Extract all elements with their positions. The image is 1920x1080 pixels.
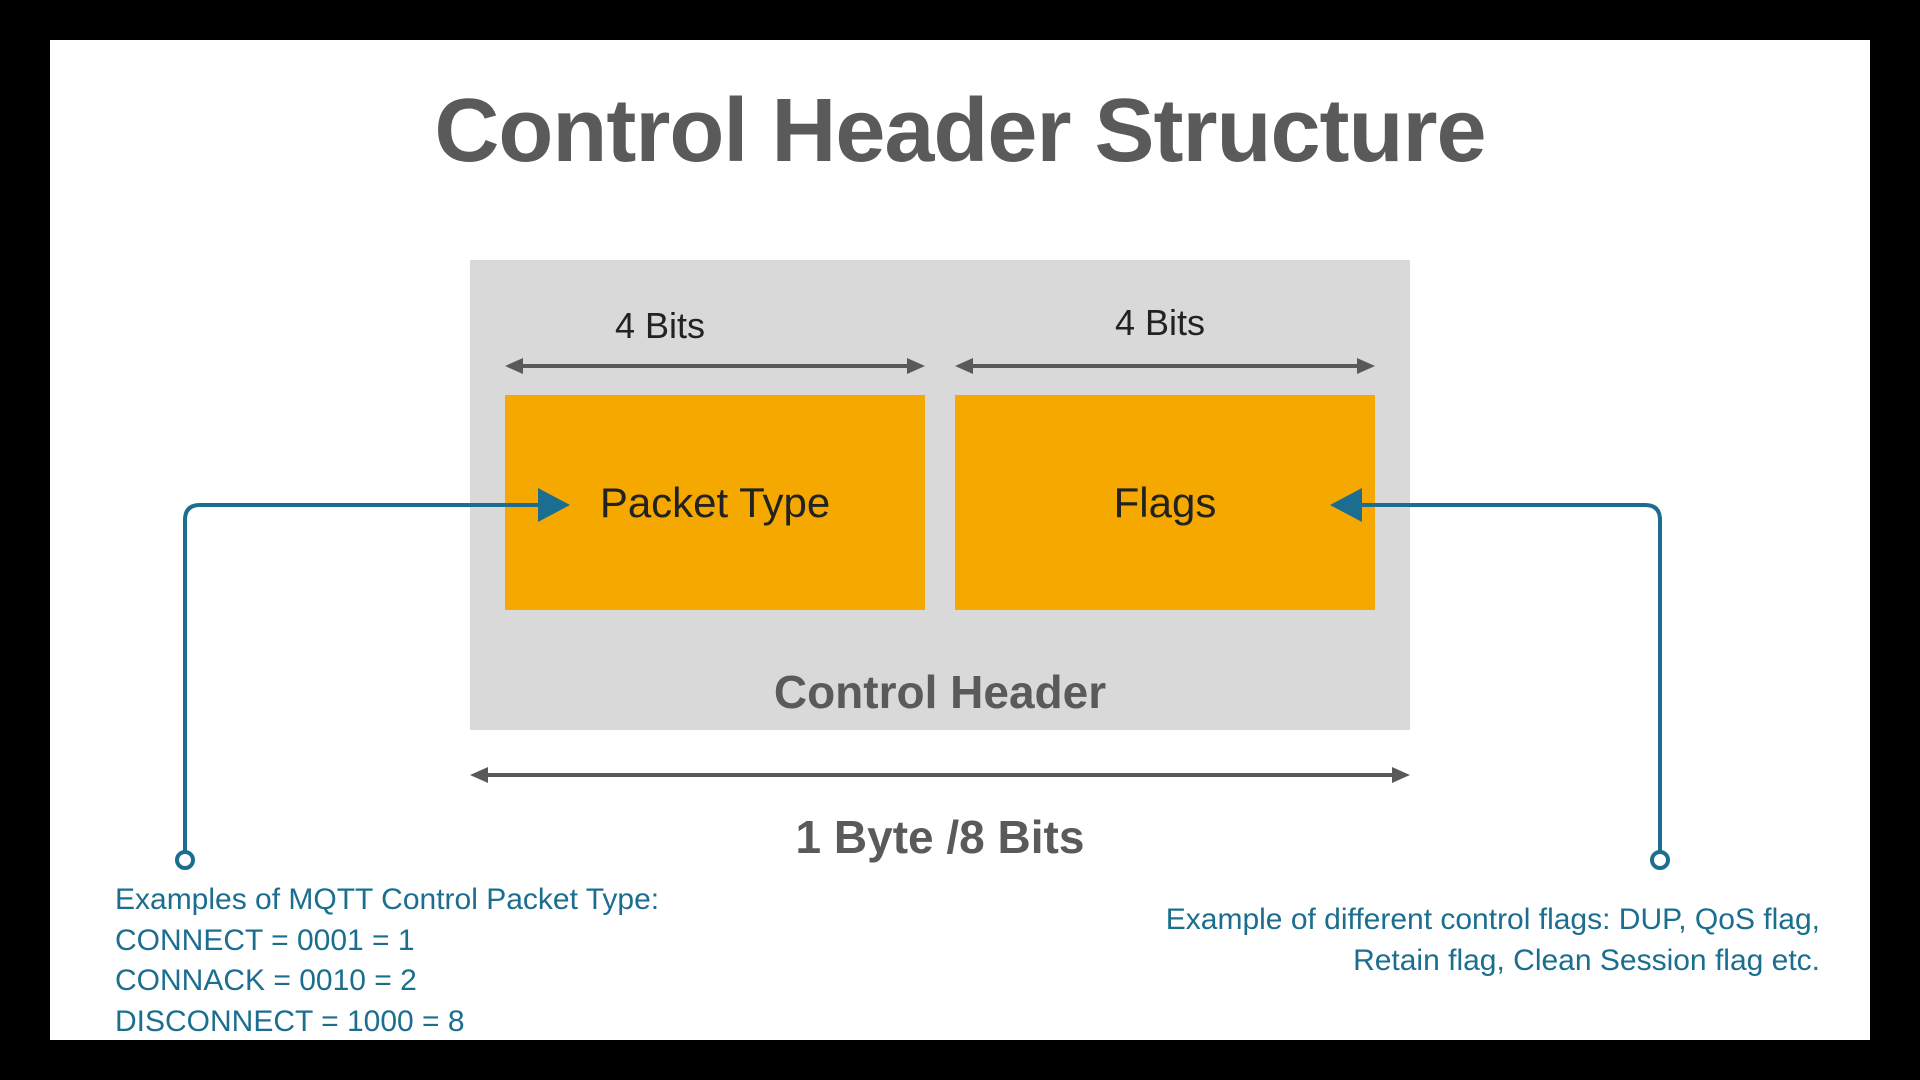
callout-left-line4: DISCONNECT = 1000 = 8 (115, 1002, 659, 1043)
slide-title: Control Header Structure (50, 80, 1870, 183)
flags-label: Flags (1114, 479, 1217, 527)
packet-type-field: Packet Type (505, 395, 925, 610)
bits-label-left: 4 Bits (615, 305, 705, 347)
callout-left: Examples of MQTT Control Packet Type: CO… (115, 880, 659, 1042)
dim-arrow-right (955, 356, 1375, 376)
control-header-label: Control Header (470, 665, 1410, 719)
slide: Control Header Structure 4 Bits 4 Bits P… (50, 40, 1870, 1040)
byte-label: 1 Byte /8 Bits (470, 810, 1410, 864)
dim-arrow-left (505, 356, 925, 376)
callout-right: Example of different control flags: DUP,… (1100, 900, 1820, 981)
flags-field: Flags (955, 395, 1375, 610)
packet-type-label: Packet Type (600, 479, 830, 527)
bits-label-right: 4 Bits (1115, 302, 1205, 344)
dim-arrow-byte (470, 765, 1410, 785)
callout-left-line3: CONNACK = 0010 = 2 (115, 961, 659, 1002)
callout-left-line2: CONNECT = 0001 = 1 (115, 921, 659, 962)
callout-left-line1: Examples of MQTT Control Packet Type: (115, 880, 659, 921)
